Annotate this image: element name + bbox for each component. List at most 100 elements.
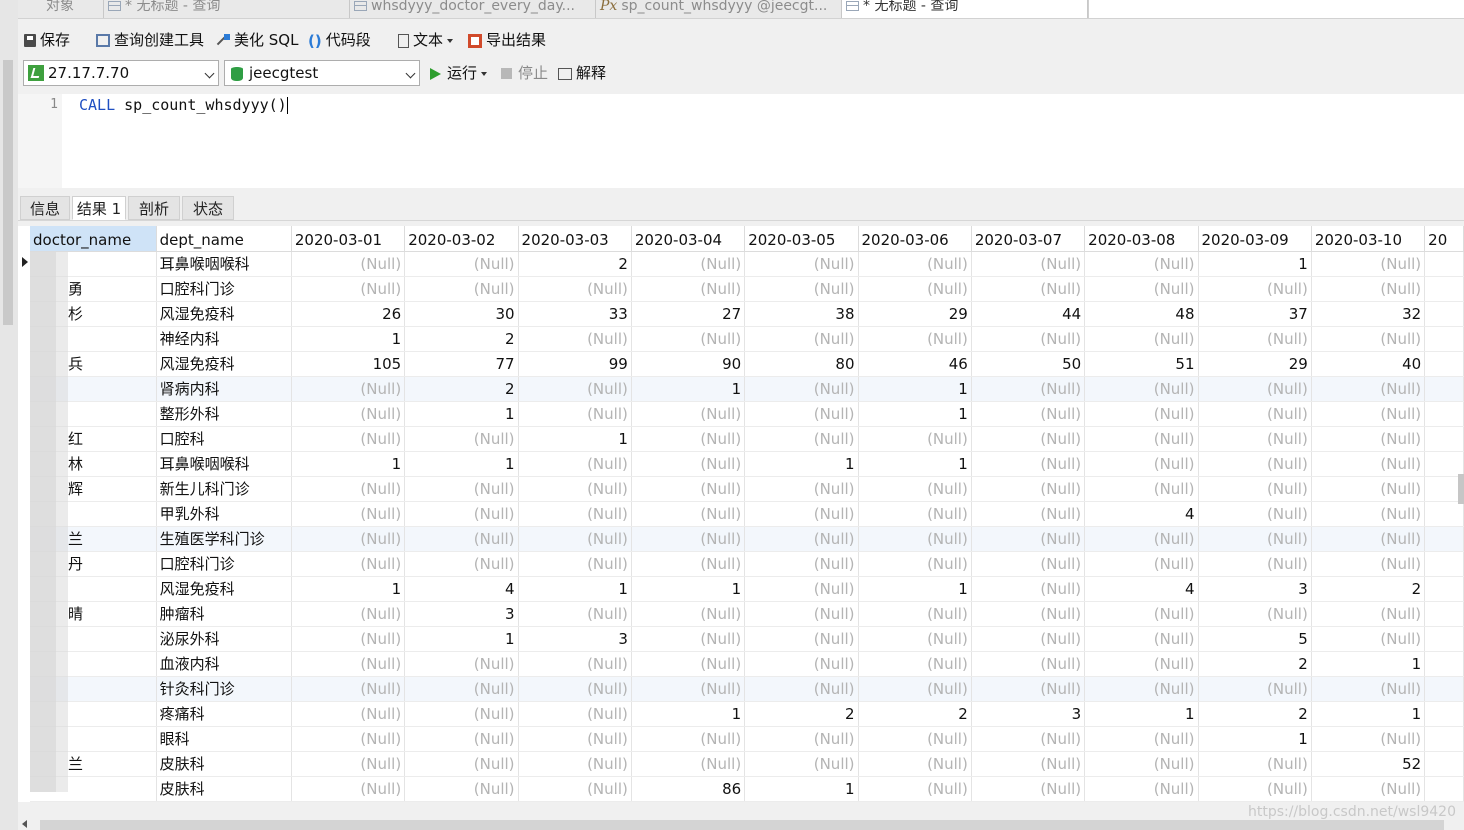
column-header[interactable]: 2020-03-05	[744, 226, 859, 252]
table-row[interactable]: 风湿免疫科 1 4 1 1 (Null) 1 (Null) 4 3 2	[30, 576, 1464, 602]
cell-value[interactable]: (Null)	[1311, 726, 1426, 752]
cell-value[interactable]: (Null)	[291, 626, 406, 652]
column-header[interactable]: 2020-03-09	[1198, 226, 1312, 252]
table-row[interactable]: 神经内科 1 2 (Null) (Null) (Null) (Null) (Null) (Nul…	[30, 326, 1464, 352]
column-header[interactable]: 2020-03-08	[1084, 226, 1199, 252]
cell-value[interactable]: 2	[858, 701, 972, 727]
cell-value[interactable]: (Null)	[1198, 676, 1312, 702]
column-header[interactable]: 20	[1424, 226, 1464, 252]
cell-value[interactable]	[1424, 626, 1464, 652]
cell-value[interactable]: (Null)	[1198, 601, 1312, 627]
cell-value[interactable]: (Null)	[1084, 626, 1199, 652]
cell-value[interactable]: (Null)	[971, 776, 1086, 802]
cell-value[interactable]: 2	[1311, 576, 1426, 602]
cell-value[interactable]: (Null)	[631, 601, 746, 627]
cell-value[interactable]: (Null)	[631, 501, 746, 527]
cell-value[interactable]: 1	[1311, 651, 1426, 677]
cell-value[interactable]: (Null)	[744, 626, 859, 652]
cell-value[interactable]: 90	[631, 351, 746, 377]
cell-value[interactable]: (Null)	[858, 651, 972, 677]
chevron-left-icon[interactable]	[22, 820, 27, 828]
cell-value[interactable]: (Null)	[631, 476, 746, 502]
cell-value[interactable]: 105	[291, 351, 406, 377]
cell-value[interactable]: (Null)	[291, 401, 406, 427]
cell-value[interactable]: 1	[518, 576, 632, 602]
cell-value[interactable]: (Null)	[518, 551, 632, 577]
cell-value[interactable]	[1424, 251, 1464, 277]
cell-value[interactable]: (Null)	[518, 501, 632, 527]
cell-value[interactable]: (Null)	[631, 751, 746, 777]
cell-value[interactable]: (Null)	[1198, 476, 1312, 502]
cell-value[interactable]: (Null)	[1198, 551, 1312, 577]
cell-value[interactable]: (Null)	[404, 701, 519, 727]
cell-value[interactable]: (Null)	[744, 476, 859, 502]
cell-value[interactable]: (Null)	[971, 476, 1086, 502]
cell-value[interactable]: 38	[744, 301, 859, 327]
cell-value[interactable]: 4	[1084, 576, 1199, 602]
export-results-button[interactable]: 导出结果	[468, 30, 546, 50]
table-row[interactable]: 眼科 (Null) (Null) (Null) (Null) (Null) (Null) (N…	[30, 726, 1464, 752]
cell-value[interactable]	[1424, 576, 1464, 602]
cell-value[interactable]: (Null)	[1198, 326, 1312, 352]
cell-value[interactable]	[1424, 601, 1464, 627]
cell-value[interactable]: 33	[518, 301, 632, 327]
cell-value[interactable]: (Null)	[744, 751, 859, 777]
cell-value[interactable]: 1	[858, 576, 972, 602]
cell-value[interactable]	[1424, 776, 1464, 802]
cell-value[interactable]: 46	[858, 351, 972, 377]
cell-value[interactable]: (Null)	[631, 626, 746, 652]
connection-select[interactable]: 27.17.7.70	[23, 60, 219, 86]
code-snippet-button[interactable]: () 代码段	[308, 30, 371, 50]
cell-value[interactable]: 30	[404, 301, 519, 327]
cell-dept-name[interactable]: 风湿免疫科	[156, 576, 292, 602]
cell-value[interactable]: (Null)	[858, 326, 972, 352]
cell-value[interactable]: (Null)	[1198, 776, 1312, 802]
cell-value[interactable]: 2	[518, 251, 632, 277]
cell-value[interactable]: (Null)	[1084, 251, 1199, 277]
cell-value[interactable]: (Null)	[291, 651, 406, 677]
cell-value[interactable]: 52	[1311, 751, 1426, 777]
cell-value[interactable]: (Null)	[858, 276, 972, 302]
tab-profile[interactable]: 剖析	[128, 196, 180, 220]
cell-value[interactable]: (Null)	[518, 526, 632, 552]
cell-value[interactable]: (Null)	[744, 601, 859, 627]
cell-value[interactable]: 2	[1198, 651, 1312, 677]
cell-value[interactable]: (Null)	[1311, 676, 1426, 702]
cell-value[interactable]: (Null)	[404, 751, 519, 777]
cell-value[interactable]	[1424, 701, 1464, 727]
cell-value[interactable]: (Null)	[631, 726, 746, 752]
tab-procedure[interactable]: Px sp_count_whsdyyy @jeecgt...	[596, 0, 842, 18]
cell-value[interactable]: (Null)	[744, 276, 859, 302]
cell-value[interactable]: (Null)	[1311, 251, 1426, 277]
cell-value[interactable]: (Null)	[858, 601, 972, 627]
table-row[interactable]: 红口腔科 (Null) (Null) 1 (Null) (Null) (Null) (Null…	[30, 426, 1464, 452]
tab-untitled-query[interactable]: * 无标题 - 查询	[104, 0, 350, 18]
cell-value[interactable]: 1	[404, 451, 519, 477]
horizontal-scrollbar-thumb[interactable]	[40, 820, 1444, 830]
cell-value[interactable]: (Null)	[291, 601, 406, 627]
cell-value[interactable]: 1	[744, 451, 859, 477]
cell-value[interactable]: (Null)	[744, 426, 859, 452]
cell-dept-name[interactable]: 口腔科门诊	[156, 276, 292, 302]
cell-value[interactable]: (Null)	[744, 526, 859, 552]
cell-value[interactable]: (Null)	[1311, 626, 1426, 652]
cell-value[interactable]: (Null)	[1084, 426, 1199, 452]
column-header[interactable]: dept_name	[156, 226, 292, 252]
cell-dept-name[interactable]: 风湿免疫科	[156, 351, 292, 377]
cell-value[interactable]: 1	[744, 776, 859, 802]
cell-value[interactable]	[1424, 426, 1464, 452]
cell-value[interactable]	[1424, 501, 1464, 527]
cell-value[interactable]: (Null)	[744, 501, 859, 527]
cell-value[interactable]: (Null)	[1311, 601, 1426, 627]
cell-value[interactable]: 4	[1084, 501, 1199, 527]
cell-value[interactable]: (Null)	[291, 701, 406, 727]
cell-value[interactable]: 3	[518, 626, 632, 652]
cell-value[interactable]: (Null)	[291, 501, 406, 527]
cell-value[interactable]: (Null)	[631, 401, 746, 427]
cell-value[interactable]: (Null)	[971, 726, 1086, 752]
cell-value[interactable]: (Null)	[404, 501, 519, 527]
cell-value[interactable]: (Null)	[631, 651, 746, 677]
cell-value[interactable]: 2	[404, 376, 519, 402]
cell-value[interactable]: 1	[291, 326, 406, 352]
table-row[interactable]: 晴肿瘤科 (Null) 3 (Null) (Null) (Null) (Null) (Null…	[30, 601, 1464, 627]
